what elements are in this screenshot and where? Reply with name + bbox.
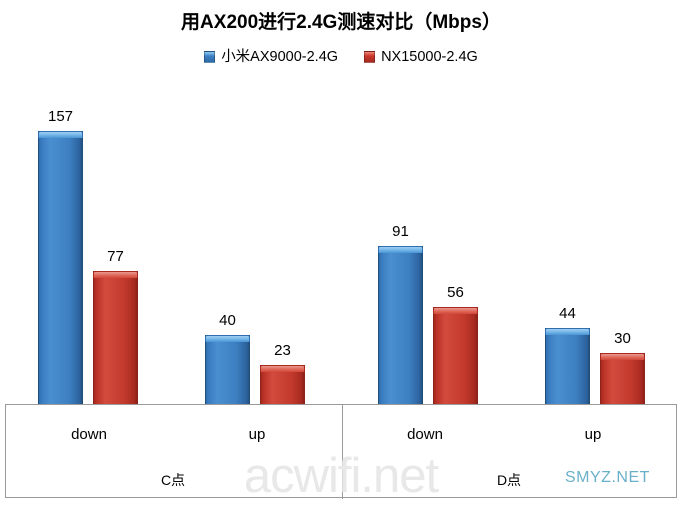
bar-value-label: 23 xyxy=(274,342,291,359)
bar-body xyxy=(205,335,250,405)
category-axis-box: down up down up C点 D点 xyxy=(5,404,677,499)
bar-top-cap xyxy=(205,335,250,342)
bar-value-label: 30 xyxy=(614,330,631,347)
bar-value-label: 56 xyxy=(447,284,464,301)
bar-blue-4: 91 xyxy=(378,224,423,405)
bar-body xyxy=(433,307,478,405)
bar-red-7: 30 xyxy=(600,331,645,405)
axis-group-label-0: C点 xyxy=(160,472,186,488)
bar-top-cap xyxy=(38,131,83,138)
bar-top-cap xyxy=(433,307,478,314)
bar-top-cap xyxy=(260,365,305,372)
bar-body xyxy=(93,271,138,405)
bar-red-5: 56 xyxy=(433,285,478,405)
bar-value-label: 157 xyxy=(47,108,74,125)
bar-top-cap xyxy=(600,353,645,360)
bar-body xyxy=(378,246,423,405)
bar-top-cap xyxy=(545,328,590,335)
bar-blue-2: 40 xyxy=(205,313,250,405)
axis-group-label-1: D点 xyxy=(496,472,522,488)
axis-group-divider xyxy=(342,405,343,499)
axis-tick-label-3: up xyxy=(584,426,602,443)
bar-red-1: 77 xyxy=(93,249,138,405)
bar-value-label: 77 xyxy=(107,248,124,265)
bar-top-cap xyxy=(93,271,138,278)
bar-body xyxy=(600,353,645,405)
bar-blue-6: 44 xyxy=(545,306,590,405)
bar-blue-0: 157 xyxy=(38,109,83,405)
bar-value-label: 40 xyxy=(219,312,236,329)
bar-top-cap xyxy=(378,246,423,253)
bar-red-3: 23 xyxy=(260,343,305,405)
bar-body xyxy=(545,328,590,405)
bar-body xyxy=(38,131,83,405)
bar-value-label: 91 xyxy=(392,223,409,240)
axis-tick-label-1: up xyxy=(248,426,266,443)
plot-area: 157 77 40 23 91 56 44 30 xyxy=(0,0,682,405)
bar-value-label: 44 xyxy=(559,305,576,322)
axis-tick-label-0: down xyxy=(71,426,107,443)
bar-chart: 用AX200进行2.4G测速对比（Mbps） 小米AX9000-2.4G NX1… xyxy=(0,0,682,505)
axis-tick-label-2: down xyxy=(407,426,443,443)
